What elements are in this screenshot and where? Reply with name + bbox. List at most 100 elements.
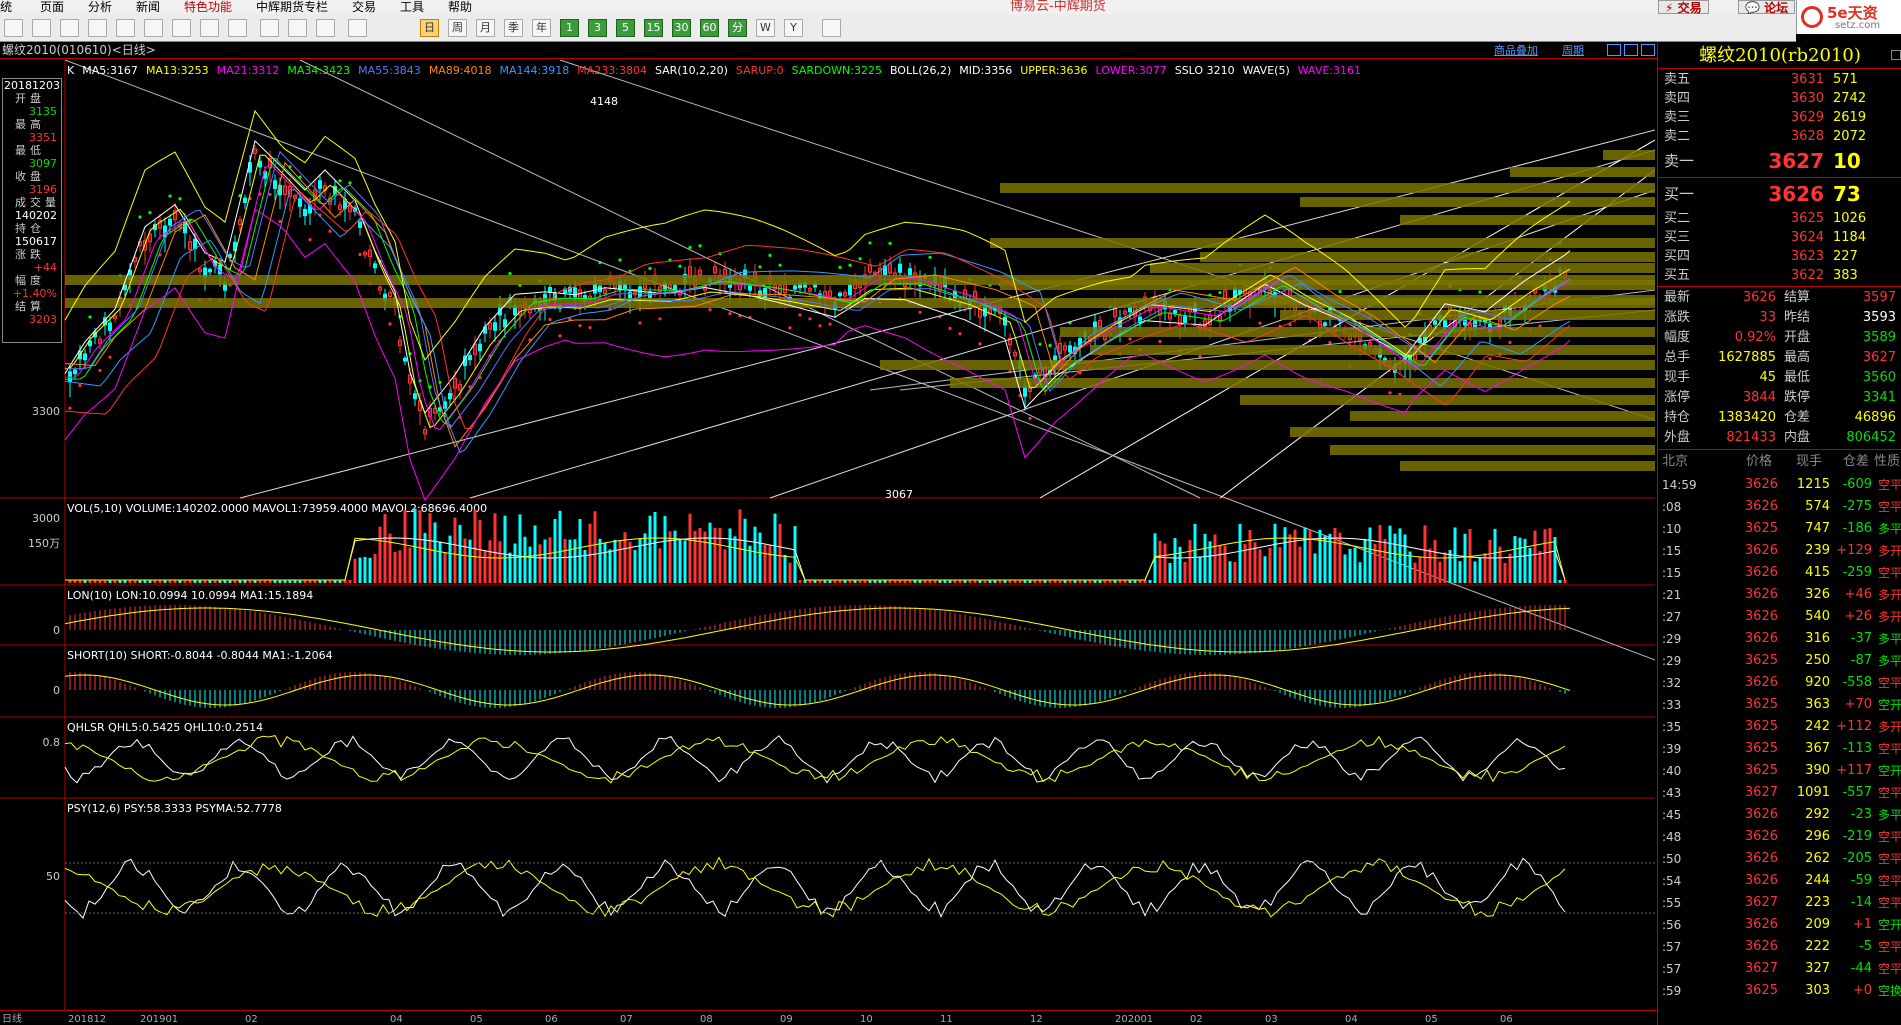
- menu-page[interactable]: 页面: [40, 0, 64, 14]
- grid-icon[interactable]: [288, 19, 307, 37]
- calculator-icon[interactable]: [822, 19, 841, 37]
- contract-title[interactable]: 螺纹2010(rb2010): [1658, 42, 1901, 69]
- volume-bar: [523, 536, 527, 583]
- overlay-link[interactable]: 商品叠加: [1494, 42, 1538, 59]
- tick-row[interactable]: :39 3625 367 -113 空平: [1658, 738, 1901, 760]
- volume-bar: [1338, 532, 1342, 583]
- menu-analysis[interactable]: 分析: [88, 0, 112, 14]
- ask-row-0[interactable]: 卖五 3631 571: [1658, 70, 1901, 89]
- bid-row-1[interactable]: 买二 3625 1026: [1658, 209, 1901, 228]
- tile-icon[interactable]: [60, 19, 79, 37]
- ask-row-1[interactable]: 卖四 3630 2742: [1658, 89, 1901, 108]
- kline-chart-svg[interactable]: K MA5:3167 MA13:3253 MA21:3312 MA34:3423 MA55…: [0, 59, 1656, 1010]
- tick-row[interactable]: :57 3627 327 -44 空平: [1658, 958, 1901, 980]
- tick-row[interactable]: :50 3626 262 -205 空平: [1658, 848, 1901, 870]
- menu-trade[interactable]: 交易: [352, 0, 376, 14]
- tick-row[interactable]: :40 3625 390 +117 空开: [1658, 760, 1901, 782]
- tick-volume: 292: [1805, 807, 1830, 822]
- period-button-5[interactable]: 1: [560, 19, 579, 37]
- candle-body: [548, 287, 552, 293]
- volume-bar: [758, 532, 762, 583]
- tick-row[interactable]: :57 3626 222 -5 空平: [1658, 936, 1901, 958]
- tick-row[interactable]: :54 3626 244 -59 空平: [1658, 870, 1901, 892]
- bid-row-0[interactable]: 买一 3626 73: [1658, 179, 1901, 209]
- period-button-7[interactable]: 5: [616, 19, 635, 37]
- sar-dot: [768, 253, 772, 258]
- zoom-out-icon[interactable]: [144, 19, 163, 37]
- panel-toggle-icon[interactable]: [1891, 50, 1901, 60]
- tick-row[interactable]: :15 3626 239 +129 多开: [1658, 540, 1901, 562]
- period-link[interactable]: 周期: [1562, 42, 1584, 59]
- tick-row[interactable]: 14:59 3626 1215 -609 空平: [1658, 474, 1901, 496]
- stat-key: 最新: [1664, 290, 1691, 305]
- menu-tools[interactable]: 工具: [400, 0, 424, 14]
- tick-row[interactable]: :29 3626 316 -37 多平: [1658, 628, 1901, 650]
- list-icon[interactable]: [316, 19, 335, 37]
- refresh-icon[interactable]: [88, 19, 107, 37]
- tick-row[interactable]: :15 3626 415 -259 空平: [1658, 562, 1901, 584]
- period-button-11[interactable]: 分: [728, 19, 747, 37]
- ask-row-3[interactable]: 卖二 3628 2072: [1658, 127, 1901, 146]
- menu-features[interactable]: 特色功能: [184, 0, 232, 14]
- bid-row-2[interactable]: 买三 3624 1184: [1658, 228, 1901, 247]
- period-button-6[interactable]: 3: [588, 19, 607, 37]
- tick-row[interactable]: :21 3626 326 +46 多开: [1658, 584, 1901, 606]
- candle-body: [478, 343, 482, 352]
- period-button-8[interactable]: 15: [644, 19, 663, 37]
- tick-row[interactable]: :29 3625 250 -87 多平: [1658, 650, 1901, 672]
- tick-row[interactable]: :45 3626 292 -23 多平: [1658, 804, 1901, 826]
- tick-row[interactable]: :55 3627 223 -14 空平: [1658, 892, 1901, 914]
- filter-icon[interactable]: [228, 19, 247, 37]
- menu-news[interactable]: 新闻: [136, 0, 160, 14]
- tick-row[interactable]: :35 3625 242 +112 多开: [1658, 716, 1901, 738]
- ask-row-4[interactable]: 卖一 3627 10: [1658, 146, 1901, 176]
- ask-row-2[interactable]: 卖三 3629 2619: [1658, 108, 1901, 127]
- volume-bar: [1173, 538, 1177, 583]
- volume-bar: [1378, 524, 1382, 583]
- tick-row[interactable]: :10 3625 747 -186 多平: [1658, 518, 1901, 540]
- menu-system[interactable]: 统: [0, 0, 12, 14]
- maximize-icon[interactable]: [1641, 44, 1655, 56]
- brand-logo[interactable]: 5e天资 setz.com: [1796, 0, 1901, 34]
- stat-value: 3626: [1742, 290, 1776, 305]
- back-icon[interactable]: [4, 19, 23, 37]
- stat-value: 3560: [1862, 370, 1896, 385]
- tick-price: 3625: [1744, 697, 1778, 712]
- legend-item: MA5:3167: [82, 64, 138, 77]
- forum-button[interactable]: 💬 论坛: [1738, 0, 1796, 14]
- tick-row[interactable]: :43 3627 1091 -557 空平: [1658, 782, 1901, 804]
- trade-button[interactable]: ⚡ 交易: [1658, 0, 1709, 14]
- restore-icon[interactable]: [1624, 44, 1638, 56]
- chart-area[interactable]: K MA5:3167 MA13:3253 MA21:3312 MA34:3423 MA55…: [0, 59, 1656, 1022]
- tick-row[interactable]: :08 3626 574 -275 空平: [1658, 496, 1901, 518]
- zoom-in-icon[interactable]: [116, 19, 135, 37]
- period-button-3[interactable]: 季: [504, 19, 523, 37]
- period-button-2[interactable]: 月: [476, 19, 495, 37]
- period-button-10[interactable]: 60: [700, 19, 719, 37]
- pen-icon[interactable]: [172, 19, 191, 37]
- volume-bar: [1423, 525, 1427, 583]
- period-button-12[interactable]: W: [756, 19, 775, 37]
- tick-row[interactable]: :48 3626 296 -219 空平: [1658, 826, 1901, 848]
- period-button-9[interactable]: 30: [672, 19, 691, 37]
- period-button-1[interactable]: 周: [448, 19, 467, 37]
- bid-row-4[interactable]: 买五 3622 383: [1658, 266, 1901, 285]
- tick-row[interactable]: :59 3625 303 +0 空换: [1658, 980, 1901, 1002]
- tick-row[interactable]: :33 3625 363 +70 空开: [1658, 694, 1901, 716]
- layout-icon[interactable]: [1607, 44, 1621, 56]
- tools-icon[interactable]: [200, 19, 219, 37]
- period-button-13[interactable]: Y: [784, 19, 803, 37]
- tick-icon[interactable]: [348, 19, 367, 37]
- period-button-4[interactable]: 年: [532, 19, 551, 37]
- indicator-icon[interactable]: [260, 19, 279, 37]
- period-button-0[interactable]: 日: [420, 19, 439, 37]
- menu-help[interactable]: 帮助: [448, 0, 472, 14]
- home-icon[interactable]: [32, 19, 51, 37]
- legend-item: MA21:3312: [217, 64, 280, 77]
- bid-row-3[interactable]: 买四 3623 227: [1658, 247, 1901, 266]
- tick-price: 3627: [1744, 961, 1778, 976]
- tick-row[interactable]: :32 3626 920 -558 空平: [1658, 672, 1901, 694]
- tick-row[interactable]: :56 3626 209 +1 空开: [1658, 914, 1901, 936]
- tick-row[interactable]: :27 3626 540 +26 多开: [1658, 606, 1901, 628]
- menu-zhonghui-column[interactable]: 中辉期货专栏: [256, 0, 328, 14]
